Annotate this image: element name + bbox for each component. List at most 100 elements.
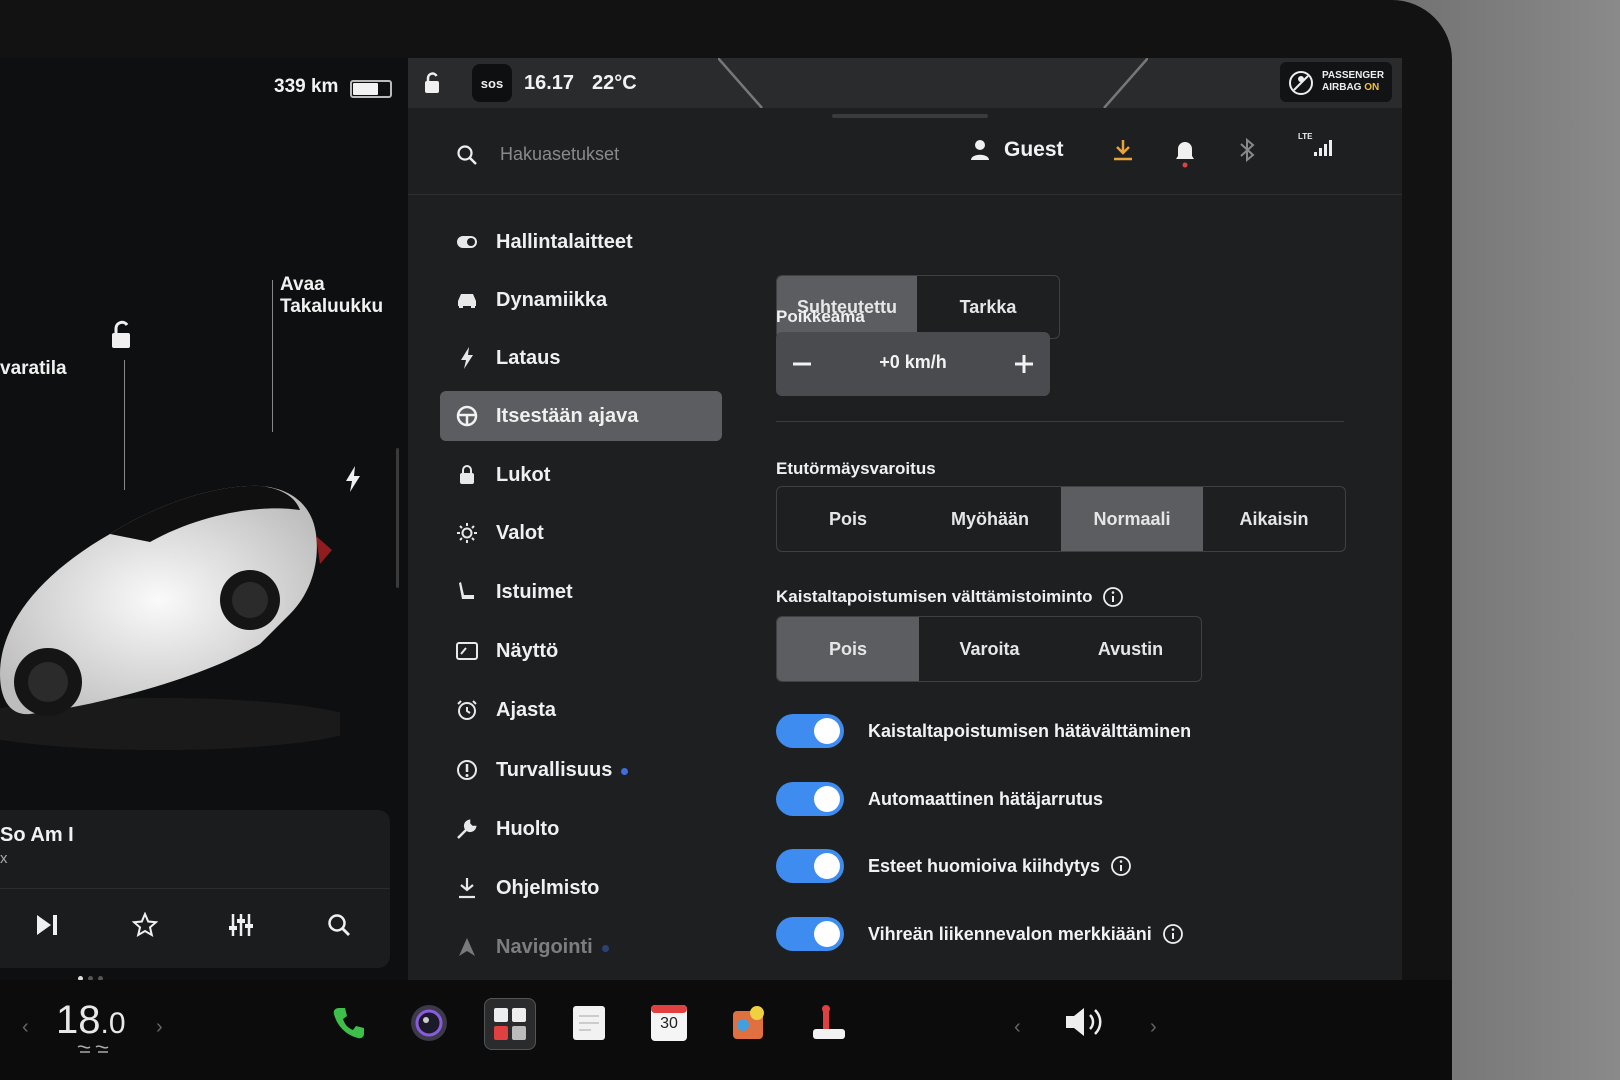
green-light-chime-toggle[interactable] (776, 917, 844, 951)
settings-search-input[interactable] (498, 136, 842, 172)
sidebar-item-label: Istuimet (496, 580, 573, 603)
steering-wheel-icon (454, 403, 480, 429)
arcade-app-button[interactable] (804, 998, 854, 1048)
calendar-app-button[interactable]: 30 (644, 998, 694, 1048)
seat-icon (454, 579, 480, 605)
fcw-label: Etutörmäysvaroitus (776, 459, 936, 478)
toggle-label: Vihreän liikennevalon merkkiääni (868, 923, 1152, 944)
profile-name: Guest (1004, 138, 1064, 161)
software-download-icon[interactable] (1112, 138, 1134, 167)
passenger-airbag-indicator: PASSENGER AIRBAG ON (1280, 62, 1392, 102)
unlock-icon[interactable] (108, 320, 136, 355)
sidebar-item-label: Lataus (496, 346, 561, 369)
volume-up-icon[interactable]: › (1150, 1016, 1157, 1039)
equalizer-button[interactable] (224, 908, 258, 942)
cabin-temp-dec: .0 (100, 1007, 126, 1040)
download-icon (454, 875, 480, 901)
sidebar-item-label: Hallintalaitteet (496, 230, 633, 253)
lane-assist-label: Kaistaltapoistumisen välttämistoiminto (776, 587, 1093, 606)
lte-signal-icon: LTE (1298, 130, 1334, 163)
info-icon (1162, 924, 1183, 944)
lane-assist-off-button[interactable]: Pois (777, 617, 919, 681)
sidebar-item-autopilot[interactable]: Itsestään ajava (440, 391, 722, 441)
fcw-normal-button[interactable]: Normaali (1061, 487, 1203, 551)
sidebar-item-software[interactable]: Ohjelmisto (440, 863, 722, 913)
fcw-late-button[interactable]: Myöhään (919, 487, 1061, 551)
seat-heater-icon (77, 1045, 109, 1053)
trunk-label[interactable]: Avaa Takaluukku (280, 274, 383, 318)
sidebar-item-navigation[interactable]: Navigointi (440, 922, 722, 972)
fcw-early-button[interactable]: Aikaisin (1203, 487, 1345, 551)
sidebar-item-service[interactable]: Huolto (440, 804, 722, 854)
temp-decrease-icon[interactable]: ‹ (22, 1016, 29, 1039)
sidebar-item-display[interactable]: Näyttö (440, 626, 722, 676)
offset-stepper: +0 km/h (776, 332, 1050, 396)
sidebar-item-lights[interactable]: Valot (440, 508, 722, 558)
grid-apps-icon (494, 1008, 526, 1040)
lock-status-icon[interactable] (422, 72, 442, 99)
equalizer-icon (229, 914, 253, 936)
lane-assist-assist-button[interactable]: Avustin (1060, 617, 1201, 681)
temp-increase-icon[interactable]: › (156, 1016, 163, 1039)
sidebar-item-label: Dynamiikka (496, 288, 608, 311)
volume-down-icon[interactable]: ‹ (1014, 1016, 1021, 1039)
sidebar-item-label: Huolto (496, 817, 560, 840)
sidebar-item-label: Itsestään ajava (496, 404, 639, 427)
next-track-button[interactable] (30, 908, 64, 942)
sidebar-item-dynamics[interactable]: Dynamiikka (440, 275, 722, 325)
airbag-state: ON (1364, 82, 1380, 93)
toybox-icon (733, 1006, 764, 1039)
airbag-text: PASSENGER AIRBAG ON (1322, 70, 1384, 94)
speaker-icon (1066, 1008, 1102, 1036)
bluetooth-icon[interactable] (1238, 137, 1256, 167)
alarm-icon (454, 697, 480, 723)
joystick-icon (813, 1005, 845, 1039)
toggle-row-obstacle-accel: Esteet huomioiva kiihdytys (776, 846, 1132, 886)
sidebar-item-seats[interactable]: Istuimet (440, 567, 722, 617)
app-launcher-button[interactable] (484, 998, 536, 1050)
toybox-app-button[interactable] (724, 998, 774, 1048)
info-icon (1103, 587, 1124, 607)
fcw-off-button[interactable]: Pois (777, 487, 919, 551)
emergency-lane-toggle[interactable] (776, 714, 844, 748)
fcw-selector: Pois Myöhään Normaali Aikaisin (776, 486, 1346, 552)
phone-app-button[interactable] (324, 998, 374, 1048)
profile-button[interactable]: Guest (970, 138, 1064, 162)
sos-button[interactable]: sos (472, 64, 512, 102)
notification-bell-icon[interactable] (1174, 138, 1196, 173)
statusbar-graphic (718, 58, 1148, 108)
svg-text:LTE: LTE (1298, 132, 1313, 141)
sidebar-item-controls[interactable]: Hallintalaitteet (440, 217, 722, 267)
sidebar-item-safety[interactable]: Turvallisuus (440, 745, 722, 795)
camera-icon (411, 1005, 447, 1041)
volume-button[interactable] (1064, 1004, 1108, 1045)
charge-port-bolt-icon[interactable] (344, 466, 362, 497)
toggle-label: Kaistaltapoistumisen hätävälttäminen (868, 720, 1192, 741)
media-search-button[interactable] (322, 908, 356, 942)
drag-handle[interactable] (832, 114, 988, 118)
emergency-braking-toggle[interactable] (776, 782, 844, 816)
info-icon (1111, 856, 1131, 876)
car-panel-scrollbar[interactable] (396, 448, 399, 588)
sidebar-item-charging[interactable]: Lataus (440, 333, 722, 383)
next-track-icon (37, 915, 57, 935)
media-player: So Am I x (0, 810, 390, 968)
sidebar-item-schedule[interactable]: Ajasta (440, 685, 722, 735)
notes-icon (573, 1006, 605, 1040)
media-page-dots[interactable] (78, 968, 108, 980)
display-icon (454, 638, 480, 664)
notification-dot (621, 767, 629, 775)
speed-mode-fixed-button[interactable]: Tarkka (917, 276, 1059, 338)
sidebar-item-locks[interactable]: Lukot (440, 450, 722, 500)
favorite-button[interactable] (128, 908, 162, 942)
camera-app-button[interactable] (404, 998, 454, 1048)
cabin-temperature[interactable]: 18.0 (56, 998, 126, 1043)
obstacle-acceleration-toggle[interactable] (776, 849, 844, 883)
offset-increase-button[interactable] (1004, 344, 1044, 384)
offset-decrease-button[interactable] (782, 344, 822, 384)
person-icon (971, 140, 989, 160)
lane-assist-warn-button[interactable]: Varoita (919, 617, 1060, 681)
frunk-label[interactable]: varatila (0, 358, 67, 380)
notes-app-button[interactable] (564, 998, 614, 1048)
search-icon (328, 914, 350, 936)
